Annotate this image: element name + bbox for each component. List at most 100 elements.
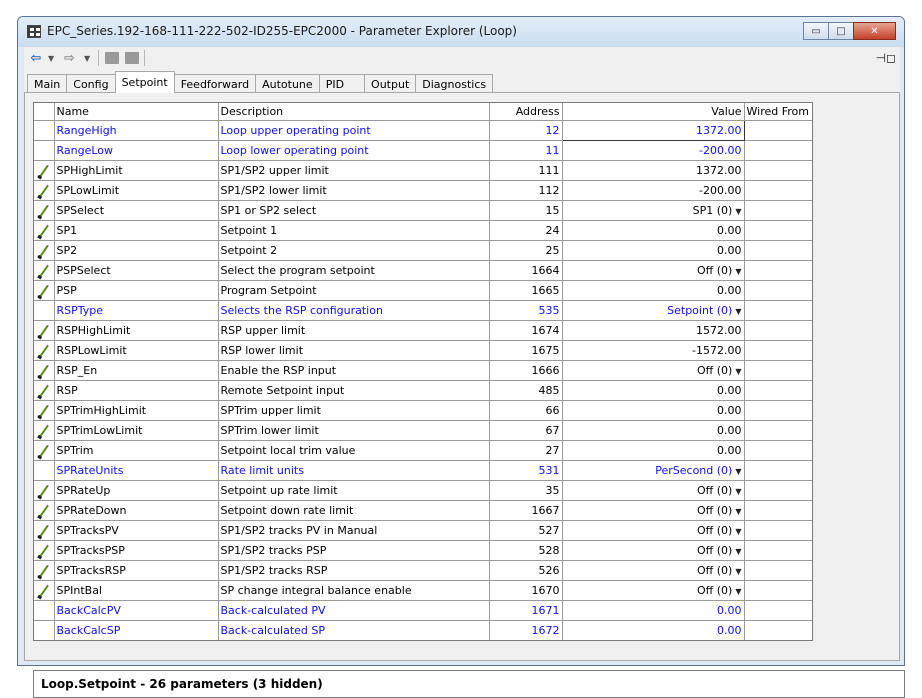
tab-pid[interactable]: PID xyxy=(318,74,366,93)
dropdown-arrow-icon[interactable]: ▼ xyxy=(735,547,741,556)
param-wired-from[interactable] xyxy=(744,380,812,401)
param-value[interactable]: Off (0) ▼ xyxy=(562,540,745,561)
minimize-button[interactable]: ▭ xyxy=(803,22,829,40)
param-wired-from[interactable] xyxy=(744,140,812,161)
param-value[interactable]: 0.00 xyxy=(562,380,745,401)
tab-diagnostics[interactable]: Diagnostics xyxy=(415,74,494,93)
dropdown-arrow-icon[interactable]: ▼ xyxy=(735,487,741,496)
param-wired-from[interactable] xyxy=(744,180,812,201)
param-wired-from[interactable] xyxy=(744,400,812,421)
param-value[interactable]: 0.00 xyxy=(562,620,745,640)
table-row[interactable]: PSPSelect Select the program setpoint 1664… xyxy=(34,260,812,281)
param-wired-from[interactable] xyxy=(744,160,812,181)
param-wired-from[interactable] xyxy=(744,300,812,321)
param-value[interactable]: Off (0) ▼ xyxy=(562,500,745,521)
param-value[interactable]: Off (0) ▼ xyxy=(562,520,745,541)
param-wired-from[interactable] xyxy=(744,220,812,241)
table-row[interactable]: RSPHighLimit RSP upper limit 1674 1572.00 xyxy=(34,320,812,341)
table-row[interactable]: PSP Program Setpoint 1665 0.00 xyxy=(34,280,812,301)
column-header-wired-from[interactable]: Wired From xyxy=(744,103,812,121)
table-row[interactable]: SPLowLimit SP1/SP2 lower limit 112 -200.00 xyxy=(34,180,812,201)
dropdown-arrow-icon[interactable]: ▼ xyxy=(735,307,741,316)
param-wired-from[interactable] xyxy=(744,440,812,461)
param-value[interactable]: 0.00 xyxy=(562,440,745,461)
param-value[interactable]: 0.00 xyxy=(562,420,745,441)
param-wired-from[interactable] xyxy=(744,420,812,441)
tab-config[interactable]: Config xyxy=(66,74,116,93)
tab-autotune[interactable]: Autotune xyxy=(255,74,320,93)
table-row[interactable]: SPHighLimit SP1/SP2 upper limit 111 1372.00 xyxy=(34,160,812,181)
param-wired-from[interactable] xyxy=(744,460,812,481)
param-value[interactable]: 1572.00 xyxy=(562,320,745,341)
forward-history-dropdown-icon[interactable]: ▼ xyxy=(84,49,90,67)
param-value[interactable]: PerSecond (0) ▼ xyxy=(562,460,745,481)
table-row[interactable]: RSP_En Enable the RSP input 1666 Off (0) ▼ xyxy=(34,360,812,381)
table-row[interactable]: SPTrimLowLimit SPTrim lower limit 67 0.00 xyxy=(34,420,812,441)
column-header-address[interactable]: Address xyxy=(489,103,563,121)
param-value[interactable]: Setpoint (0) ▼ xyxy=(562,300,745,321)
param-value[interactable]: 0.00 xyxy=(562,220,745,241)
table-row[interactable]: SPRateUp Setpoint up rate limit 35 Off (0) ▼ xyxy=(34,480,812,501)
table-row[interactable]: RSP Remote Setpoint input 485 0.00 xyxy=(34,380,812,401)
param-value[interactable]: -200.00 xyxy=(562,140,745,161)
dropdown-arrow-icon[interactable]: ▼ xyxy=(735,467,741,476)
param-wired-from[interactable] xyxy=(744,240,812,261)
folder-up-icon[interactable] xyxy=(125,52,139,64)
tab-feedforward[interactable]: Feedforward xyxy=(173,74,257,93)
table-row[interactable]: SPSelect SP1 or SP2 select 15 SP1 (0) ▼ xyxy=(34,200,812,221)
tab-setpoint[interactable]: Setpoint xyxy=(114,71,175,93)
maximize-button[interactable]: □ xyxy=(828,22,854,40)
param-value[interactable]: 0.00 xyxy=(562,240,745,261)
table-row[interactable]: SP2 Setpoint 2 25 0.00 xyxy=(34,240,812,261)
param-wired-from[interactable] xyxy=(744,560,812,581)
param-value[interactable]: Off (0) ▼ xyxy=(562,260,745,281)
table-row[interactable]: BackCalcPV Back-calculated PV 1671 0.00 xyxy=(34,600,812,621)
param-wired-from[interactable] xyxy=(744,500,812,521)
param-wired-from[interactable] xyxy=(744,520,812,541)
dropdown-arrow-icon[interactable]: ▼ xyxy=(735,507,741,516)
pin-icon[interactable]: ⊣◻ xyxy=(876,49,896,67)
table-row[interactable]: SPTracksPV SP1/SP2 tracks PV in Manual 527… xyxy=(34,520,812,541)
table-row[interactable]: RangeHigh Loop upper operating point 12 137… xyxy=(34,120,812,141)
table-row[interactable]: BackCalcSP Back-calculated SP 1672 0.00 xyxy=(34,620,812,640)
param-wired-from[interactable] xyxy=(744,360,812,381)
back-history-dropdown-icon[interactable]: ▼ xyxy=(48,49,54,67)
table-row[interactable]: SPTrimHighLimit SPTrim upper limit 66 0.00 xyxy=(34,400,812,421)
param-value[interactable]: 0.00 xyxy=(562,400,745,421)
dropdown-arrow-icon[interactable]: ▼ xyxy=(735,367,741,376)
param-wired-from[interactable] xyxy=(744,260,812,281)
column-header-value[interactable]: Value xyxy=(562,103,745,121)
close-button[interactable]: ✕ xyxy=(853,22,896,40)
column-header-description[interactable]: Description xyxy=(218,103,490,121)
tab-main[interactable]: Main xyxy=(27,74,68,93)
param-value[interactable]: Off (0) ▼ xyxy=(562,480,745,501)
forward-arrow-icon[interactable]: ⇨ xyxy=(64,49,75,67)
param-value[interactable]: Off (0) ▼ xyxy=(562,580,745,601)
title-bar[interactable]: EPC_Series.192-168-111-222-502-ID255-EPC… xyxy=(18,17,904,47)
table-row[interactable]: RSPLowLimit RSP lower limit 1675 -1572.00 xyxy=(34,340,812,361)
column-header-name[interactable]: Name xyxy=(54,103,219,121)
param-wired-from[interactable] xyxy=(744,480,812,501)
param-wired-from[interactable] xyxy=(744,580,812,601)
dropdown-arrow-icon[interactable]: ▼ xyxy=(735,567,741,576)
table-row[interactable]: SPIntBal SP change integral balance enabl… xyxy=(34,580,812,601)
param-wired-from[interactable] xyxy=(744,320,812,341)
table-row[interactable]: SP1 Setpoint 1 24 0.00 xyxy=(34,220,812,241)
param-wired-from[interactable] xyxy=(744,120,812,141)
param-wired-from[interactable] xyxy=(744,540,812,561)
dropdown-arrow-icon[interactable]: ▼ xyxy=(735,587,741,596)
param-wired-from[interactable] xyxy=(744,200,812,221)
table-row[interactable]: RangeLow Loop lower operating point 11 -200… xyxy=(34,140,812,161)
table-row[interactable]: SPTracksRSP SP1/SP2 tracks RSP 526 Off (0) ▼ xyxy=(34,560,812,581)
param-value[interactable]: 0.00 xyxy=(562,600,745,621)
dropdown-arrow-icon[interactable]: ▼ xyxy=(735,207,741,216)
table-row[interactable]: SPTracksPSP SP1/SP2 tracks PSP 528 Off (0) ▼ xyxy=(34,540,812,561)
param-value[interactable]: 0.00 xyxy=(562,280,745,301)
table-row[interactable]: SPRateDown Setpoint down rate limit 1667 Of… xyxy=(34,500,812,521)
table-row[interactable]: RSPType Selects the RSP configuration 535 S… xyxy=(34,300,812,321)
param-wired-from[interactable] xyxy=(744,340,812,361)
tab-output[interactable]: Output xyxy=(364,74,417,93)
table-row[interactable]: SPRateUnits Rate limit units 531 PerSecond … xyxy=(34,460,812,481)
dropdown-arrow-icon[interactable]: ▼ xyxy=(735,267,741,276)
param-value[interactable]: Off (0) ▼ xyxy=(562,560,745,581)
